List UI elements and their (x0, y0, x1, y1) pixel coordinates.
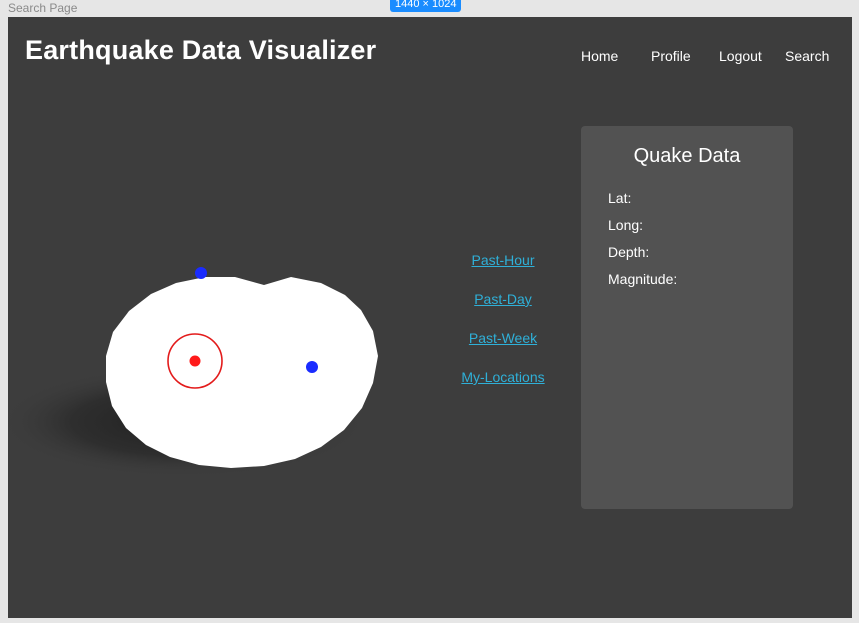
app-screen: Earthquake Data Visualizer Home Profile … (8, 17, 852, 618)
globe-canvas[interactable] (8, 147, 448, 487)
time-filter-list: Past-Hour Past-Day Past-Week My-Location… (438, 251, 568, 407)
artboard-label: Search Page (8, 1, 78, 15)
longitude-row: Long: (608, 217, 788, 244)
my-locations-link[interactable]: My-Locations (438, 368, 568, 407)
nav-logout-link[interactable]: Logout (719, 47, 762, 65)
quake-marker-2-selected[interactable] (189, 355, 201, 367)
nav-home-link[interactable]: Home (581, 47, 618, 65)
artboard-size-badge: 1440 × 1024 (390, 0, 462, 12)
quake-data-panel: Quake Data Lat: Long: Depth: Magnitude: (581, 126, 793, 509)
longitude-label: Long: (608, 217, 644, 233)
quake-panel-title: Quake Data (633, 145, 741, 167)
latitude-row: Lat: (608, 190, 788, 217)
past-week-link[interactable]: Past-Week (438, 329, 568, 368)
quake-marker-1[interactable] (195, 267, 207, 279)
past-hour-link[interactable]: Past-Hour (438, 251, 568, 290)
nav-profile-link[interactable]: Profile (651, 47, 691, 65)
nav-search-link[interactable]: Search (785, 47, 829, 65)
quake-field-list: Lat: Long: Depth: Magnitude: (608, 190, 788, 298)
magnitude-label: Magnitude: (608, 271, 678, 287)
magnitude-row: Magnitude: (608, 271, 788, 298)
latitude-label: Lat: (608, 190, 632, 206)
globe-view[interactable] (8, 147, 448, 487)
depth-row: Depth: (608, 244, 788, 271)
quake-marker-3[interactable] (306, 361, 318, 373)
depth-label: Depth: (608, 244, 650, 260)
top-nav: Home Profile Logout Search (8, 47, 852, 67)
past-day-link[interactable]: Past-Day (438, 290, 568, 329)
